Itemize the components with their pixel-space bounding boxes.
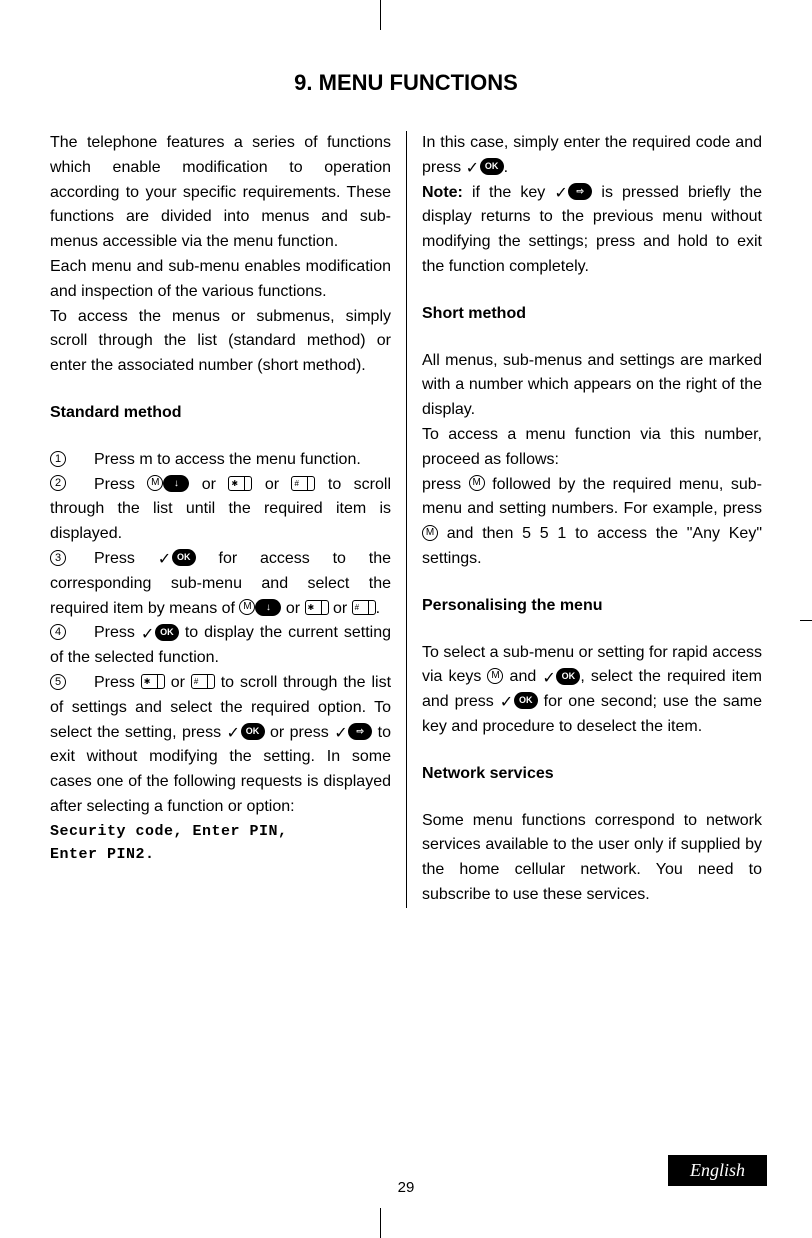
step-3-text-e: . (376, 600, 380, 617)
ok-key-icon: ✓OK (466, 158, 504, 175)
ok-key-icon: ✓OK (227, 723, 265, 740)
intro-para-2: Each menu and sub-menu enables modificat… (50, 255, 391, 305)
short-para-3: press M followed by the required menu, s… (422, 473, 762, 572)
step-number-icon: 3 (50, 550, 66, 566)
note-para: Note: if the key ✓⇨ is pressed briefly t… (422, 181, 762, 280)
column-left: The telephone features a series of funct… (50, 131, 406, 908)
short-para-1: All menus, sub-menus and settings are ma… (422, 349, 762, 423)
hash-key-icon (352, 600, 376, 615)
intro-para-1: The telephone features a series of funct… (50, 131, 391, 255)
step-number-icon: 5 (50, 674, 66, 690)
intro-para-3: To access the menus or submenus, simply … (50, 305, 391, 379)
m-key-icon: M (487, 668, 503, 684)
down-pill-icon: ↓ (163, 475, 189, 492)
step-1-text: Press m to access the menu function. (94, 451, 361, 468)
step-3-text-d: or (329, 600, 352, 617)
note-label: Note: (422, 184, 463, 201)
down-pill-icon: ↓ (255, 599, 281, 616)
step-2: 2Press M↓ or or to scroll through the li… (50, 473, 391, 547)
step-5-text-d: or press (265, 724, 335, 741)
back-key-icon: ✓⇨ (334, 723, 372, 740)
step-number-icon: 2 (50, 475, 66, 491)
ok-key-icon: ✓OK (158, 549, 196, 566)
ok-key-icon: ✓OK (500, 692, 538, 709)
step-2-text-b: or (189, 476, 228, 493)
ok-key-icon: ✓OK (542, 668, 580, 685)
heading-standard-method: Standard method (50, 401, 391, 426)
star-key-icon (305, 600, 329, 615)
page-title: 9. MENU FUNCTIONS (50, 70, 762, 96)
back-key-icon: ✓⇨ (554, 183, 592, 200)
star-key-icon (141, 674, 165, 689)
right-top-para: In this case, simply enter the required … (422, 131, 762, 181)
hash-key-icon (191, 674, 215, 689)
step-5-text-a: Press (94, 674, 141, 691)
star-key-icon (228, 476, 252, 491)
step-number-icon: 4 (50, 624, 66, 640)
step-1: 1 Press m to access the menu function. (50, 448, 391, 473)
short-3c: and then 5 5 1 to access the "Any Key" s… (422, 525, 762, 567)
step-3: 3Press ✓OK for access to the correspondi… (50, 547, 391, 621)
heading-network-services: Network services (422, 762, 762, 787)
step-4-text-a: Press (94, 624, 141, 641)
language-badge: English (668, 1155, 767, 1186)
page: 9. MENU FUNCTIONS The telephone features… (0, 0, 812, 1238)
pers-para: To select a sub-menu or setting for rapi… (422, 641, 762, 740)
step-2-text-c: or (252, 476, 291, 493)
m-key-icon: M (469, 475, 485, 491)
step-number-icon: 1 (50, 451, 66, 467)
m-key-icon: M (422, 525, 438, 541)
hash-key-icon (291, 476, 315, 491)
step-3-text-c: or (281, 600, 304, 617)
short-3a: press (422, 476, 469, 493)
pers-b: and (503, 668, 542, 685)
ok-key-icon: ✓OK (141, 624, 179, 641)
step-5-text-b: or (165, 674, 191, 691)
columns: The telephone features a series of funct… (50, 131, 762, 908)
right-top-b: . (504, 159, 508, 176)
step-2-text-a: Press (94, 476, 147, 493)
m-key-icon: M (147, 475, 163, 491)
short-para-2: To access a menu function via this numbe… (422, 423, 762, 473)
net-para: Some menu functions correspond to networ… (422, 809, 762, 908)
heading-short-method: Short method (422, 302, 762, 327)
step-5: 5Press or to scroll through the list of … (50, 671, 391, 820)
note-text-a: if the key (463, 184, 554, 201)
step-4: 4Press ✓OK to display the current settin… (50, 621, 391, 671)
mono-line-1: Security code, Enter PIN, (50, 820, 391, 843)
column-right: In this case, simply enter the required … (406, 131, 762, 908)
heading-personalising: Personalising the menu (422, 594, 762, 619)
mono-line-2: Enter PIN2. (50, 843, 391, 866)
step-3-text-a: Press (94, 550, 158, 567)
m-key-icon: M (239, 599, 255, 615)
